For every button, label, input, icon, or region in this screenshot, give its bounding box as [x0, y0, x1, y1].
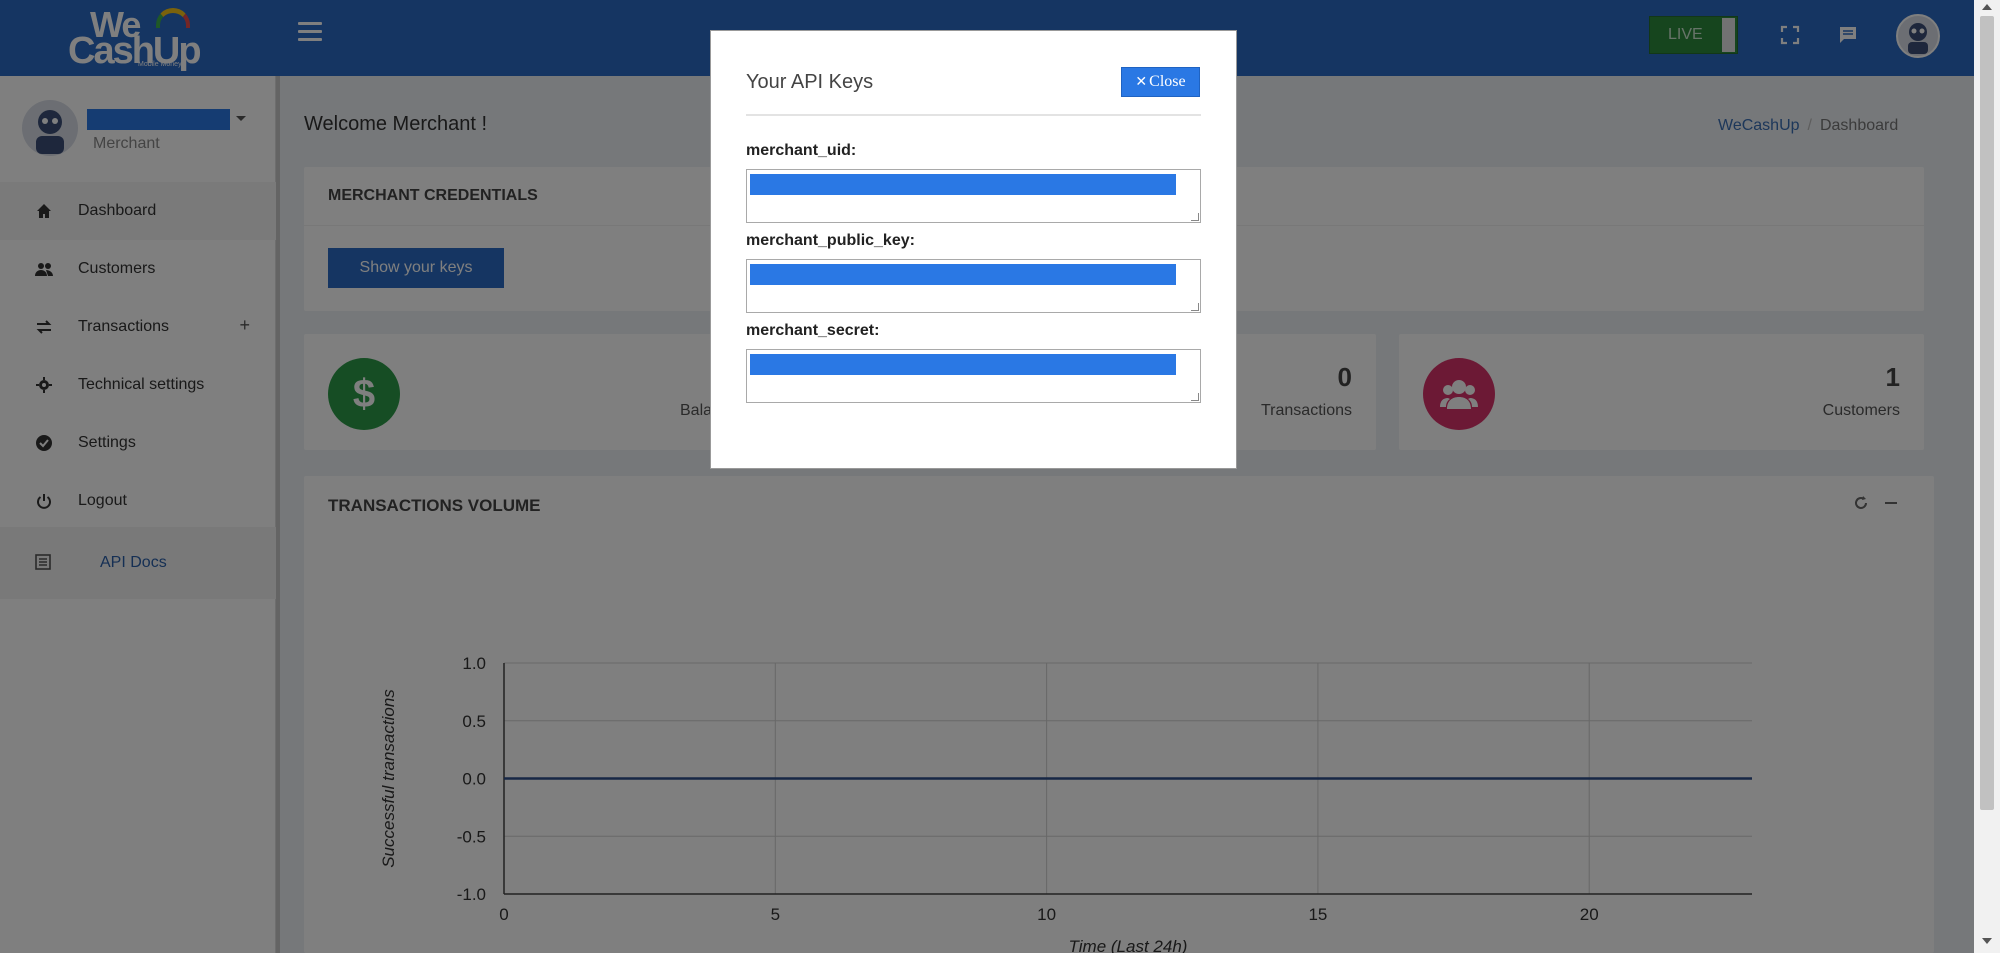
selected-text-redacted: [750, 354, 1176, 375]
scroll-up-icon[interactable]: [1982, 4, 1992, 10]
close-icon: ✕: [1135, 74, 1148, 90]
scroll-down-icon[interactable]: [1982, 938, 1992, 944]
resize-handle-icon[interactable]: [1191, 303, 1199, 311]
merchant-secret-label: merchant_secret:: [746, 322, 880, 339]
selected-text-redacted: [750, 174, 1176, 195]
modal-divider: [746, 114, 1201, 116]
resize-handle-icon[interactable]: [1191, 213, 1199, 221]
selected-text-redacted: [750, 264, 1176, 285]
resize-handle-icon[interactable]: [1191, 393, 1199, 401]
merchant-uid-label: merchant_uid:: [746, 142, 857, 159]
api-keys-modal: Your API Keys ✕ Close merchant_uid: merch…: [710, 30, 1237, 469]
merchant-uid-field[interactable]: [746, 169, 1201, 223]
merchant-public-key-label: merchant_public_key:: [746, 232, 915, 249]
scroll-thumb[interactable]: [1980, 16, 1994, 810]
modal-title: Your API Keys: [746, 71, 874, 93]
close-button[interactable]: ✕ Close: [1121, 67, 1200, 97]
merchant-public-key-field[interactable]: [746, 259, 1201, 313]
merchant-secret-field[interactable]: [746, 349, 1201, 403]
page-scrollbar[interactable]: [1974, 0, 2000, 953]
close-label: Close: [1149, 73, 1186, 90]
